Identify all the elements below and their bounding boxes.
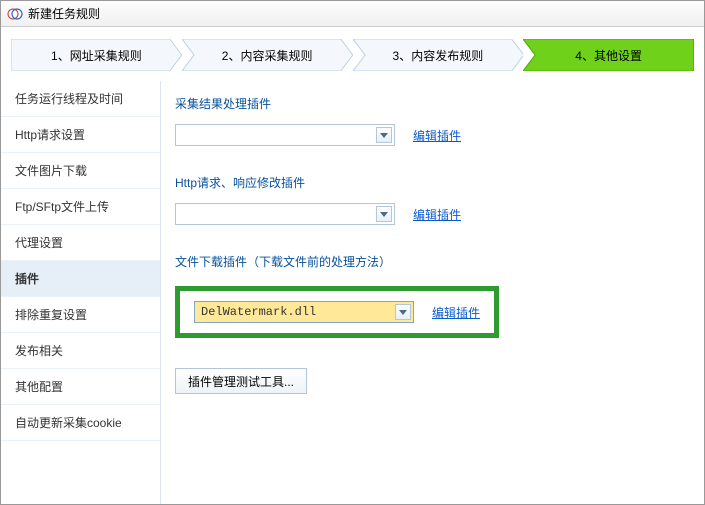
sidebar-item-label: 发布相关 <box>15 342 63 359</box>
edit-plugin-link-2[interactable]: 编辑插件 <box>413 206 461 223</box>
step-label: 1、网址采集规则 <box>51 47 142 64</box>
app-icon <box>7 6 23 22</box>
section-title-collect-result: 采集结果处理插件 <box>175 95 690 112</box>
chevron-down-icon[interactable] <box>376 206 392 222</box>
chevron-down-icon[interactable] <box>376 127 392 143</box>
combo-http-modify-plugin[interactable] <box>175 203 395 225</box>
section-title-file-download: 文件下载插件（下载文件前的处理方法） <box>175 253 690 270</box>
sidebar-item-label: 自动更新采集cookie <box>15 414 122 431</box>
sidebar-item-label: 代理设置 <box>15 234 63 251</box>
sidebar-item-plugin[interactable]: 插件 <box>1 261 160 297</box>
dialog-body: 任务运行线程及时间 Http请求设置 文件图片下载 Ftp/SFtp文件上传 代… <box>1 81 704 504</box>
wizard-steps: 1、网址采集规则 2、内容采集规则 3、内容发布规则 4、其他设置 <box>11 39 694 73</box>
content-pane: 采集结果处理插件 编辑插件 Http请求、响应修改插件 编辑插件 文件下载插件（… <box>161 81 704 504</box>
sidebar-item-publish[interactable]: 发布相关 <box>1 333 160 369</box>
sidebar-item-label: 任务运行线程及时间 <box>15 90 123 107</box>
step-label: 3、内容发布规则 <box>393 47 484 64</box>
sidebar-item-label: Ftp/SFtp文件上传 <box>15 198 109 215</box>
row-http-modify: 编辑插件 <box>175 203 690 225</box>
step-2[interactable]: 2、内容采集规则 <box>182 39 353 71</box>
sidebar-item-ftp-upload[interactable]: Ftp/SFtp文件上传 <box>1 189 160 225</box>
plugin-manage-test-button[interactable]: 插件管理测试工具... <box>175 368 307 394</box>
combo-value: DelWatermark.dll <box>201 305 316 319</box>
sidebar-item-file-download[interactable]: 文件图片下载 <box>1 153 160 189</box>
sidebar-item-label: 排除重复设置 <box>15 306 87 323</box>
edit-plugin-link-1[interactable]: 编辑插件 <box>413 127 461 144</box>
step-label: 4、其他设置 <box>575 47 642 64</box>
sidebar-item-other-config[interactable]: 其他配置 <box>1 369 160 405</box>
combo-file-download-plugin[interactable]: DelWatermark.dll <box>194 301 414 323</box>
sidebar-item-label: 插件 <box>15 270 39 287</box>
sidebar-item-auto-cookie[interactable]: 自动更新采集cookie <box>1 405 160 441</box>
sidebar: 任务运行线程及时间 Http请求设置 文件图片下载 Ftp/SFtp文件上传 代… <box>1 81 161 504</box>
step-label: 2、内容采集规则 <box>222 47 313 64</box>
step-4[interactable]: 4、其他设置 <box>523 39 694 71</box>
sidebar-item-http-request[interactable]: Http请求设置 <box>1 117 160 153</box>
dialog-window: 新建任务规则 1、网址采集规则 2、内容采集规则 3、内容发布规则 4、其他设置… <box>0 0 705 505</box>
chevron-down-icon[interactable] <box>395 304 411 320</box>
window-title: 新建任务规则 <box>28 5 100 22</box>
sidebar-item-dedupe[interactable]: 排除重复设置 <box>1 297 160 333</box>
highlight-box: DelWatermark.dll 编辑插件 <box>175 286 499 338</box>
step-3[interactable]: 3、内容发布规则 <box>353 39 524 71</box>
titlebar: 新建任务规则 <box>1 1 704 27</box>
section-title-http-modify: Http请求、响应修改插件 <box>175 174 690 191</box>
combo-collect-result-plugin[interactable] <box>175 124 395 146</box>
step-1[interactable]: 1、网址采集规则 <box>11 39 182 71</box>
edit-plugin-link-3[interactable]: 编辑插件 <box>432 304 480 321</box>
sidebar-item-thread-time[interactable]: 任务运行线程及时间 <box>1 81 160 117</box>
sidebar-item-proxy[interactable]: 代理设置 <box>1 225 160 261</box>
row-collect-result: 编辑插件 <box>175 124 690 146</box>
row-manage: 插件管理测试工具... <box>175 368 690 394</box>
sidebar-item-label: Http请求设置 <box>15 126 85 143</box>
sidebar-item-label: 文件图片下载 <box>15 162 87 179</box>
sidebar-item-label: 其他配置 <box>15 378 63 395</box>
